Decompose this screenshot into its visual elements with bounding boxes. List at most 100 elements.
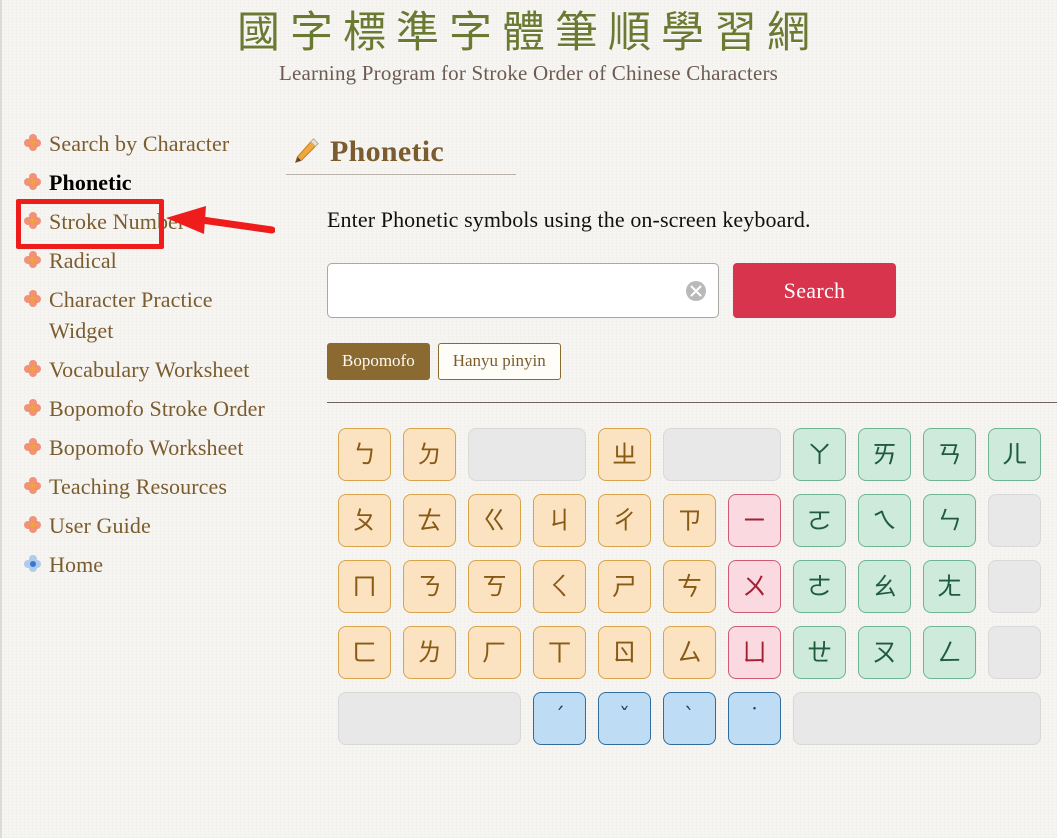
- sidebar-item-radical[interactable]: Radical: [24, 245, 282, 276]
- sidebar-item-vocabulary-worksheet[interactable]: Vocabulary Worksheet: [24, 354, 282, 385]
- orange-flower-icon: [24, 399, 41, 416]
- sidebar-item-character-practice-widget[interactable]: Character Practice Widget: [24, 284, 282, 346]
- blue-flower-icon: [24, 555, 41, 572]
- keyboard-key[interactable]: ㄡ: [858, 625, 911, 679]
- keyboard-key[interactable]: ㄑ: [533, 559, 586, 613]
- keyboard-key-blank: [338, 691, 521, 745]
- keyboard-key[interactable]: ㄈ: [338, 625, 391, 679]
- site-title-chinese: 國字標準字體筆順學習網: [237, 8, 820, 58]
- keyboard-key[interactable]: ㄒ: [533, 625, 586, 679]
- keyboard-key[interactable]: ㄣ: [923, 493, 976, 547]
- keyboard-row: ㄇㄋㄎㄑㄕㄘㄨㄜㄠㄤ: [338, 559, 1057, 613]
- keyboard-key[interactable]: ㄩ: [728, 625, 781, 679]
- keyboard-key[interactable]: ˋ: [663, 691, 716, 745]
- sidebar-item-label: Phonetic: [49, 170, 132, 195]
- keyboard-key[interactable]: ˊ: [533, 691, 586, 745]
- keyboard-key[interactable]: ㄛ: [793, 493, 846, 547]
- sidebar-item-stroke-number[interactable]: Stroke Number: [24, 206, 282, 237]
- keyboard-key[interactable]: ㄇ: [338, 559, 391, 613]
- sidebar-item-label: Home: [49, 552, 104, 577]
- sidebar-item-label: Radical: [49, 248, 117, 273]
- keyboard-key[interactable]: ㄢ: [923, 427, 976, 481]
- orange-flower-icon: [24, 134, 41, 151]
- search-row: Search: [327, 263, 1057, 318]
- sidebar-item-bopomofo-worksheet[interactable]: Bopomofo Worksheet: [24, 432, 282, 463]
- sidebar-item-label: User Guide: [49, 513, 151, 538]
- search-input[interactable]: [327, 263, 719, 318]
- keyboard-key[interactable]: ㄘ: [663, 559, 716, 613]
- keyboard-key[interactable]: ㄋ: [403, 559, 456, 613]
- keyboard-key[interactable]: ㄍ: [468, 493, 521, 547]
- keyboard-key[interactable]: ㄧ: [728, 493, 781, 547]
- keyboard-key[interactable]: ㄉ: [403, 427, 456, 481]
- keyboard-key[interactable]: ㄓ: [598, 427, 651, 481]
- search-field-wrapper: [327, 263, 719, 318]
- keyboard-key[interactable]: ㄨ: [728, 559, 781, 613]
- keyboard-key[interactable]: ㄗ: [663, 493, 716, 547]
- sidebar-item-teaching-resources[interactable]: Teaching Resources: [24, 471, 282, 502]
- instruction-text: Enter Phonetic symbols using the on-scre…: [327, 207, 811, 232]
- orange-flower-icon: [24, 360, 41, 377]
- sidebar-item-bopomofo-stroke-order[interactable]: Bopomofo Stroke Order: [24, 393, 282, 424]
- orange-flower-icon: [24, 438, 41, 455]
- clear-circle-x-icon[interactable]: [685, 280, 707, 302]
- keyboard-row: ㄅㄉ ㄓ ㄚㄞㄢㄦ: [338, 427, 1057, 481]
- sidebar-item-phonetic[interactable]: Phonetic: [24, 167, 282, 198]
- keyboard-key[interactable]: ㄥ: [923, 625, 976, 679]
- sidebar-item-label: Bopomofo Stroke Order: [49, 396, 265, 421]
- keyboard-key-blank: [988, 625, 1041, 679]
- orange-flower-icon: [24, 290, 41, 307]
- keyboard-key[interactable]: ˙: [728, 691, 781, 745]
- sidebar-item-label: Teaching Resources: [49, 474, 228, 499]
- keyboard-key[interactable]: ㄙ: [663, 625, 716, 679]
- keyboard-key[interactable]: ㄆ: [338, 493, 391, 547]
- onscreen-phonetic-keyboard: ㄅㄉ ㄓ ㄚㄞㄢㄦㄆㄊㄍㄐㄔㄗㄧㄛㄟㄣㄇㄋㄎㄑㄕㄘㄨㄜㄠㄤㄈㄌㄏㄒㄖㄙㄩㄝㄡㄥ ˊˇˋ…: [338, 427, 1057, 745]
- keyboard-row: ㄈㄌㄏㄒㄖㄙㄩㄝㄡㄥ: [338, 625, 1057, 679]
- main-content: Phonetic Enter Phonetic symbols using th…: [286, 130, 1057, 758]
- sidebar-item-label: Search by Character: [49, 131, 230, 156]
- tab-hanyu-pinyin[interactable]: Hanyu pinyin: [437, 343, 561, 380]
- keyboard-key[interactable]: ㄚ: [793, 427, 846, 481]
- keyboard-key[interactable]: ㄦ: [988, 427, 1041, 481]
- page-left-border: [0, 0, 2, 838]
- sidebar-item-home[interactable]: Home: [24, 549, 282, 580]
- section-header: Phonetic: [286, 130, 516, 175]
- keyboard-key[interactable]: ㄌ: [403, 625, 456, 679]
- orange-flower-icon: [24, 173, 41, 190]
- keyboard-key[interactable]: ㄔ: [598, 493, 651, 547]
- keyboard-key[interactable]: ㄖ: [598, 625, 651, 679]
- keyboard-key[interactable]: ㄠ: [858, 559, 911, 613]
- keyboard-key[interactable]: ㄜ: [793, 559, 846, 613]
- keyboard-key[interactable]: ㄞ: [858, 427, 911, 481]
- sidebar-item-label: Bopomofo Worksheet: [49, 435, 244, 460]
- site-header: 國字標準字體筆順學習網 Learning Program for Stroke …: [0, 0, 1057, 86]
- keyboard-key-blank: [793, 691, 1041, 745]
- keyboard-key[interactable]: ㄝ: [793, 625, 846, 679]
- keyboard-row: ㄆㄊㄍㄐㄔㄗㄧㄛㄟㄣ: [338, 493, 1057, 547]
- tab-bopomofo[interactable]: Bopomofo: [327, 343, 430, 380]
- sidebar-item-user-guide[interactable]: User Guide: [24, 510, 282, 541]
- orange-flower-icon: [24, 212, 41, 229]
- orange-flower-icon: [24, 251, 41, 268]
- keyboard-key[interactable]: ㄊ: [403, 493, 456, 547]
- keyboard-row: ˊ ˇ ˋ ˙: [338, 691, 1057, 745]
- keyboard-key[interactable]: ㄕ: [598, 559, 651, 613]
- sidebar-item-label: Character Practice Widget: [49, 287, 213, 343]
- search-button[interactable]: Search: [733, 263, 896, 318]
- keyboard-key[interactable]: ㄐ: [533, 493, 586, 547]
- keyboard-key[interactable]: ㄤ: [923, 559, 976, 613]
- orange-flower-icon: [24, 516, 41, 533]
- keyboard-key[interactable]: ㄟ: [858, 493, 911, 547]
- section-divider: [327, 401, 1057, 403]
- keyboard-key[interactable]: ㄏ: [468, 625, 521, 679]
- keyboard-key[interactable]: ˇ: [598, 691, 651, 745]
- orange-flower-icon: [24, 477, 41, 494]
- page-title: Phonetic: [330, 135, 445, 168]
- keyboard-key[interactable]: ㄅ: [338, 427, 391, 481]
- site-subtitle-english: Learning Program for Stroke Order of Chi…: [278, 60, 779, 85]
- keyboard-key[interactable]: ㄎ: [468, 559, 521, 613]
- input-method-tabs: Bopomofo Hanyu pinyin: [327, 343, 1057, 380]
- keyboard-key-blank: [663, 427, 781, 481]
- pencil-icon: [294, 138, 319, 164]
- sidebar-item-search-by-character[interactable]: Search by Character: [24, 128, 282, 159]
